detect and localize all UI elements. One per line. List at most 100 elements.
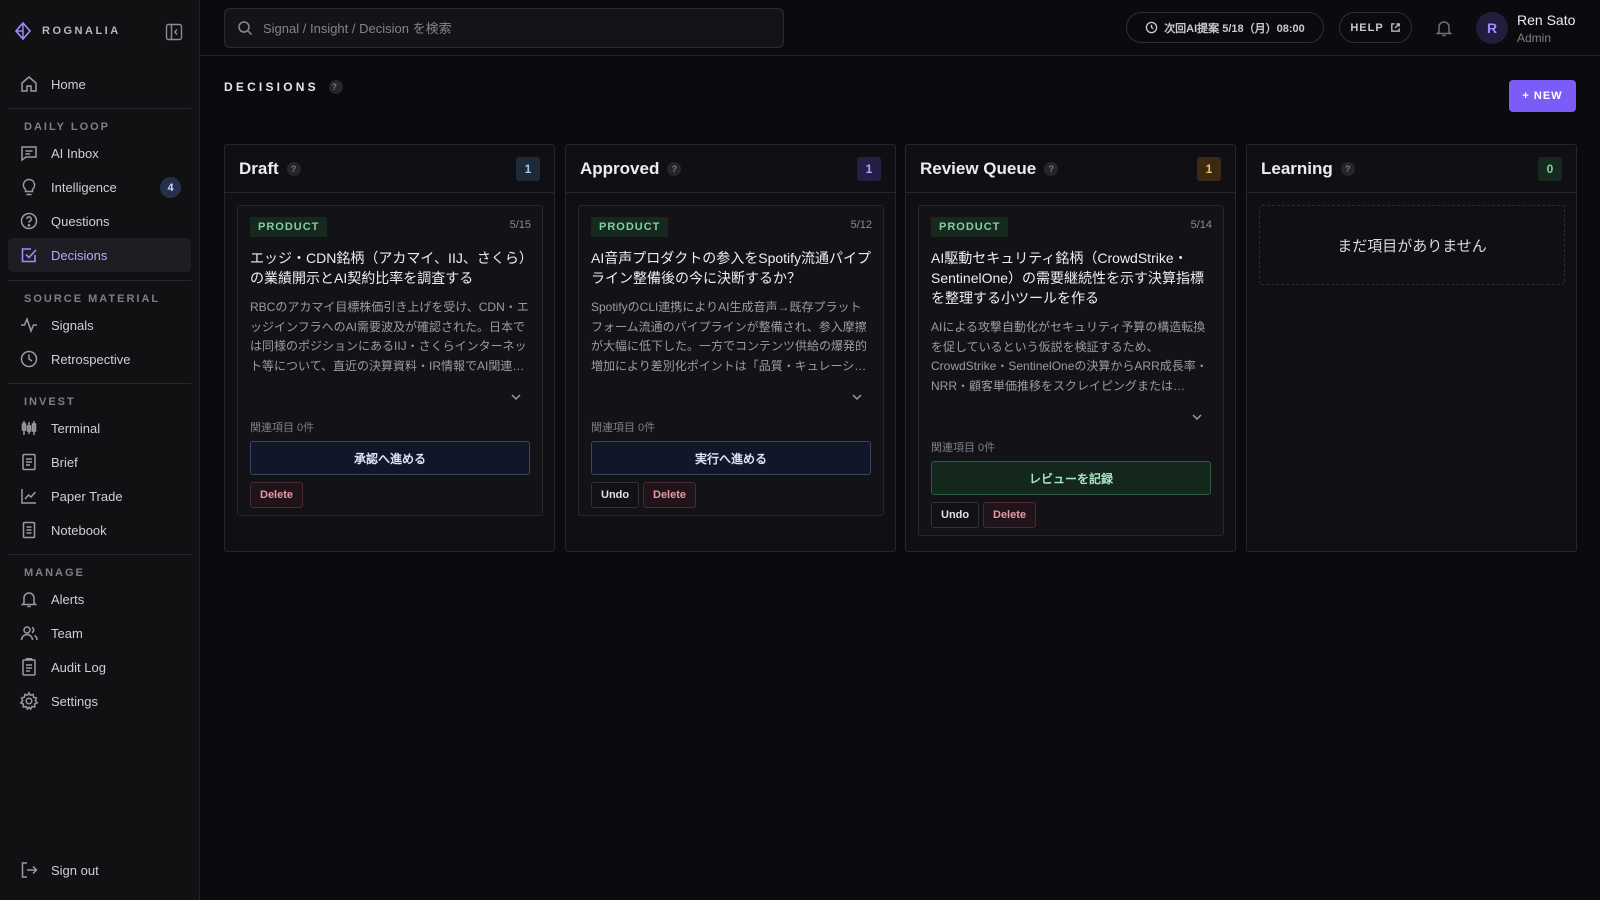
search-box[interactable] [224, 8, 784, 48]
nav-divider [8, 554, 191, 555]
help-label: HELP [1350, 21, 1384, 34]
column-header: Learning ? 0 [1247, 145, 1576, 193]
column-count: 1 [516, 156, 540, 181]
home-icon [19, 74, 39, 94]
column-title: Review Queue [920, 158, 1037, 178]
undo-button[interactable]: Undo [931, 502, 980, 528]
notebook-icon [19, 520, 39, 540]
card-date: 5/12 [850, 219, 872, 231]
column-approved: Approved ? 1 PRODUCT 5/12 AI音声プロダクトの参入をS… [565, 144, 896, 552]
empty-state: まだ項目がありません [1259, 205, 1565, 285]
sidebar-item-label: Home [51, 76, 86, 92]
sidebar-item-decisions[interactable]: Decisions [8, 238, 191, 272]
sign-out-label: Sign out [51, 862, 99, 878]
sidebar-item-label: Questions [51, 213, 110, 229]
sidebar-item-label: Retrospective [51, 351, 131, 367]
card-title: AI駆動セキュリティ銘柄（CrowdStrike・SentinelOne）の需要… [931, 250, 1205, 306]
card-description: SpotifyのCLI連携によりAI生成音声→既存プラットフォーム流通のパイプラ… [591, 300, 868, 373]
column-count: 1 [1197, 156, 1221, 181]
category-tag: PRODUCT [591, 217, 669, 237]
help-button[interactable]: HELP [1339, 12, 1412, 43]
card-description: RBCのアカマイ目標株価引き上げを受け、CDN・エッジインフラへのAI需要波及が… [250, 300, 529, 373]
brand-name: ROGNALIA [42, 25, 121, 37]
sidebar-item-label: Notebook [51, 522, 107, 538]
clipboard-icon [19, 657, 39, 677]
logo-icon [14, 22, 32, 40]
nav-divider [8, 108, 191, 109]
sidebar-item-label: Settings [51, 693, 98, 709]
sidebar-collapse-icon[interactable] [165, 23, 183, 41]
undo-button[interactable]: Undo [591, 482, 640, 508]
avatar[interactable]: R [1476, 12, 1508, 44]
next-ai-proposal-text: 次回AI提案 5/18（月）08:00 [1164, 22, 1305, 35]
sidebar-item-label: Team [51, 625, 83, 641]
sidebar-item-alerts[interactable]: Alerts [8, 582, 191, 616]
sidebar-item-audit-log[interactable]: Audit Log [8, 650, 191, 684]
chart-line-icon [19, 486, 39, 506]
card-date: 5/14 [1190, 219, 1212, 231]
document-icon [19, 452, 39, 472]
chevron-down-icon[interactable] [1189, 409, 1205, 425]
chevron-down-icon[interactable] [849, 389, 865, 405]
sidebar-item-settings[interactable]: Settings [8, 684, 191, 718]
sidebar-item-intelligence[interactable]: Intelligence 4 [8, 170, 191, 204]
new-decision-button[interactable]: + NEW [1509, 80, 1576, 112]
category-tag: PRODUCT [250, 217, 328, 237]
user-role: Admin [1517, 31, 1552, 45]
sidebar-item-label: Intelligence [51, 179, 117, 195]
sidebar-item-label: Paper Trade [51, 488, 123, 504]
sidebar-item-home[interactable]: Home [8, 67, 191, 101]
sidebar-item-label: Brief [51, 454, 78, 470]
lightbulb-icon [19, 177, 39, 197]
advance-to-approval-button[interactable]: 承認へ進める [250, 441, 530, 475]
sidebar-item-label: Decisions [51, 247, 108, 263]
related-items: 関連項目 0件 [250, 422, 315, 434]
sidebar-item-terminal[interactable]: Terminal [8, 411, 191, 445]
nav-section-daily-loop: DAILY LOOP [24, 121, 111, 133]
bell-icon [19, 589, 39, 609]
notifications-bell-icon[interactable] [1434, 18, 1454, 38]
sidebar-item-notebook[interactable]: Notebook [8, 513, 191, 547]
column-count: 1 [857, 156, 881, 181]
user-name: Ren Sato [1517, 12, 1576, 28]
search-input[interactable] [263, 20, 763, 36]
decision-card[interactable]: PRODUCT 5/15 エッジ・CDN銘柄（アカマイ、IIJ、さくら）の業績開… [237, 205, 543, 516]
delete-button[interactable]: Delete [983, 502, 1037, 528]
sidebar-item-label: AI Inbox [51, 145, 99, 161]
sidebar-item-signals[interactable]: Signals [8, 308, 191, 342]
card-title: AI音声プロダクトの参入をSpotify流通パイプライン整備後の今に決断するか？ [591, 250, 872, 286]
nav-section-source-material: SOURCE MATERIAL [24, 293, 161, 305]
help-icon[interactable]: ? [667, 161, 682, 176]
decision-card[interactable]: PRODUCT 5/14 AI駆動セキュリティ銘柄（CrowdStrike・Se… [918, 205, 1224, 536]
help-icon[interactable]: ? [1044, 161, 1059, 176]
sidebar-item-retrospective[interactable]: Retrospective [8, 342, 191, 376]
help-icon[interactable]: ? [1340, 161, 1355, 176]
decision-card[interactable]: PRODUCT 5/12 AI音声プロダクトの参入をSpotify流通パイプライ… [578, 205, 884, 516]
search-icon [237, 20, 253, 36]
sidebar-item-ai-inbox[interactable]: AI Inbox [8, 136, 191, 170]
sidebar-item-questions[interactable]: Questions [8, 204, 191, 238]
column-review-queue: Review Queue ? 1 PRODUCT 5/14 AI駆動セキュリティ… [905, 144, 1236, 552]
sidebar-item-brief[interactable]: Brief [8, 445, 191, 479]
page-title-text: DECISIONS [224, 80, 319, 94]
candlestick-icon [19, 418, 39, 438]
sign-out-button[interactable]: Sign out [8, 853, 191, 887]
help-icon[interactable]: ? [286, 161, 301, 176]
record-review-button[interactable]: レビューを記録 [931, 461, 1211, 495]
column-title: Draft [239, 158, 279, 178]
sidebar-item-paper-trade[interactable]: Paper Trade [8, 479, 191, 513]
delete-button[interactable]: Delete [250, 482, 304, 508]
help-icon[interactable]: ? [328, 80, 343, 94]
brand[interactable]: ROGNALIA [14, 22, 121, 40]
advance-to-execution-button[interactable]: 実行へ進める [591, 441, 871, 475]
sidebar-item-team[interactable]: Team [8, 616, 191, 650]
delete-button[interactable]: Delete [643, 482, 697, 508]
chevron-down-icon[interactable] [508, 389, 524, 405]
next-ai-proposal-pill[interactable]: 次回AI提案 5/18（月）08:00 [1126, 12, 1324, 43]
users-icon [19, 623, 39, 643]
clock-icon [1145, 21, 1158, 34]
external-link-icon [1390, 22, 1401, 33]
sidebar-item-label: Terminal [51, 420, 101, 436]
column-header: Approved ? 1 [566, 145, 895, 193]
card-description: AIによる攻撃自動化がセキュリティ予算の構造転換を促しているという仮説を検証する… [931, 320, 1208, 393]
